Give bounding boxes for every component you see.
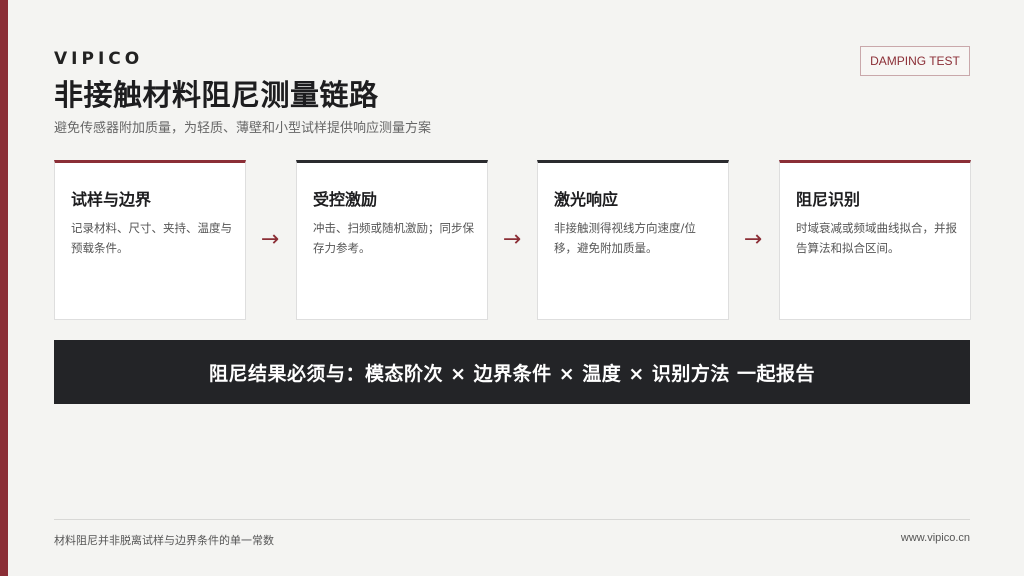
card-text: 时域衰减或频域曲线拟合，并报告算法和拟合区间。 — [796, 221, 957, 255]
left-accent-bar — [0, 0, 8, 576]
arrow-right-icon: → — [502, 227, 522, 252]
card-title: 试样与边界 — [71, 190, 152, 209]
footer-divider — [54, 519, 970, 520]
arrow-right-icon: → — [743, 227, 763, 252]
brand-logo: VIPICO — [54, 49, 144, 69]
summary-banner: 阻尼结果必须与：模态阶次 × 边界条件 × 温度 × 识别方法 一起报告 — [54, 340, 970, 404]
footer-note: 材料阻尼并非脱离试样与边界条件的单一常数 — [54, 534, 274, 547]
card-title: 激光响应 — [554, 190, 619, 209]
page-subtitle: 避免传感器附加质量，为轻质、薄壁和小型试样提供响应测量方案 — [54, 121, 432, 136]
step-card-specimen: 试样与边界 记录材料、尺寸、夹持、温度与预载条件。 — [54, 160, 246, 320]
step-card-laser-response: 激光响应 非接触测得视线方向速度/位移，避免附加质量。 — [537, 160, 729, 320]
card-text: 记录材料、尺寸、夹持、温度与预载条件。 — [71, 221, 232, 255]
card-text: 非接触测得视线方向速度/位移，避免附加质量。 — [554, 221, 696, 255]
card-title: 受控激励 — [313, 190, 378, 209]
arrow-right-icon: → — [260, 227, 280, 252]
step-card-damping-identification: 阻尼识别 时域衰减或频域曲线拟合，并报告算法和拟合区间。 — [779, 160, 971, 320]
page-title: 非接触材料阻尼测量链路 — [54, 78, 379, 112]
card-title: 阻尼识别 — [796, 190, 861, 209]
card-text: 冲击、扫频或随机激励；同步保存力参考。 — [313, 221, 474, 255]
step-card-excitation: 受控激励 冲击、扫频或随机激励；同步保存力参考。 — [296, 160, 488, 320]
footer-url: www.vipico.cn — [900, 532, 970, 544]
damping-test-tag: DAMPING TEST — [860, 46, 970, 76]
